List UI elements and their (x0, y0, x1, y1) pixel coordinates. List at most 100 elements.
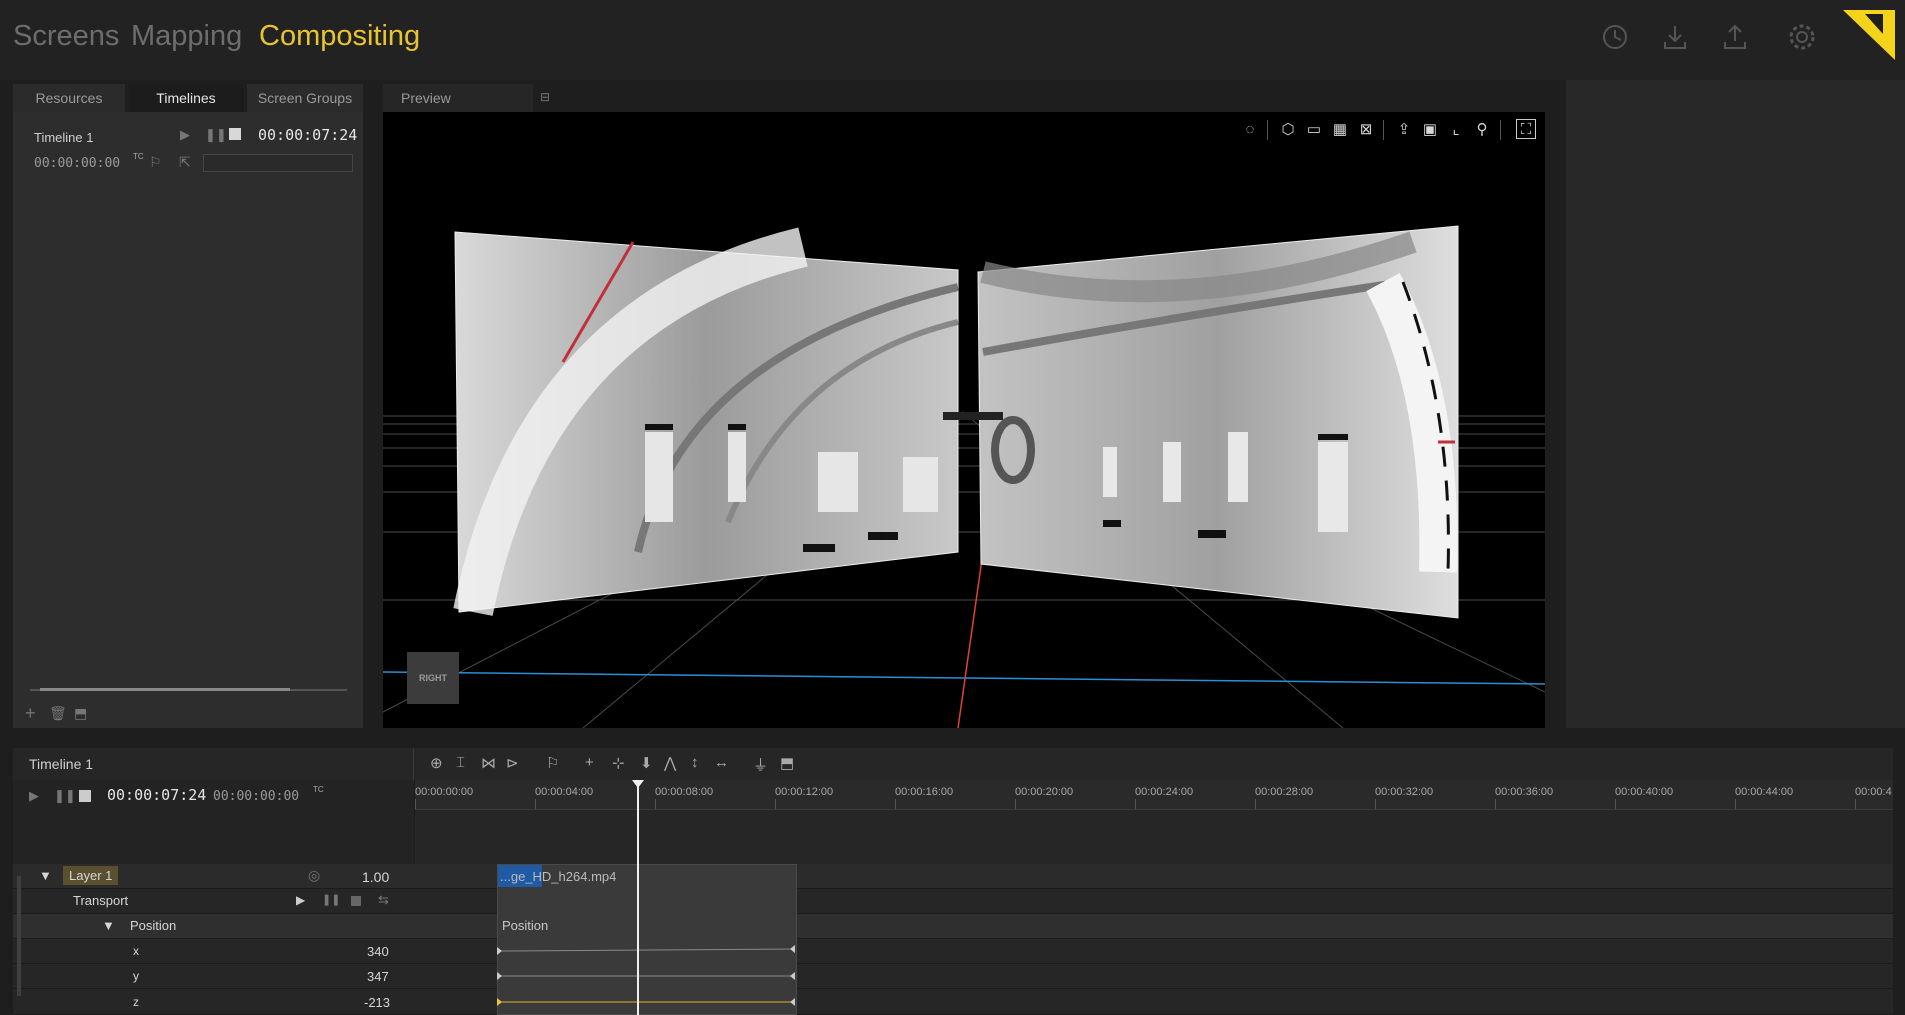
ruler-tick (415, 799, 416, 809)
spinner-icon[interactable]: ◌ (1240, 120, 1260, 140)
ruler-label: 00:00:04:00 (535, 786, 594, 798)
position-collapse-icon[interactable]: ▼ (102, 918, 115, 933)
mode-mapping[interactable]: Mapping (131, 20, 242, 53)
playhead[interactable] (637, 782, 639, 1015)
curve-icon[interactable]: ⋀ (664, 754, 676, 772)
track-scrollbar[interactable] (17, 876, 21, 996)
timeline-header (13, 748, 1893, 780)
detach-icon[interactable]: ⊟ (540, 90, 550, 104)
grid-icon[interactable]: ▦ (1330, 120, 1350, 140)
tab-preview[interactable]: Preview (383, 84, 533, 112)
gear-icon[interactable] (1787, 22, 1817, 52)
toolbar-divider (1500, 120, 1501, 140)
tl-pause-icon[interactable]: ❚❚ (54, 788, 76, 804)
marker-icon[interactable]: ⚐ (546, 754, 559, 772)
snap-icon[interactable]: ⊳ (506, 754, 519, 772)
timeline-item-time: 00:00:07:24 (258, 126, 358, 144)
panel-scroll-thumb[interactable] (40, 688, 290, 691)
export-icon[interactable]: ⬒ (74, 705, 87, 722)
transport-pause-icon[interactable]: ❚❚ (322, 893, 340, 906)
toolbar-divider (1267, 120, 1268, 140)
stop-icon[interactable] (229, 128, 241, 140)
download-icon[interactable] (1660, 22, 1690, 52)
ruler-label: 00:00:16:00 (895, 786, 954, 798)
transport-row[interactable] (13, 889, 1893, 914)
tl-stop-icon[interactable] (79, 790, 91, 802)
mode-compositing[interactable]: Compositing (259, 20, 420, 53)
fit-vertical-icon[interactable]: ⌶ (456, 754, 465, 771)
ruler-tick (775, 799, 776, 809)
ruler-tick (1255, 799, 1256, 809)
horizontal-arrows-icon[interactable]: ↔ (714, 754, 729, 771)
zoom-in-icon[interactable]: ⊕ (430, 754, 443, 772)
prop-row-x[interactable] (13, 939, 1893, 964)
orientation-cube[interactable]: RIGHT (407, 652, 459, 704)
timeline-item-name[interactable]: Timeline 1 (34, 130, 93, 145)
prop-value[interactable]: 347 (367, 969, 389, 984)
prop-name: y (133, 969, 139, 983)
mask-icon[interactable]: ⊠ (1356, 120, 1376, 140)
crop-icon[interactable]: ⌞ (1446, 120, 1466, 140)
ruler-tick (1615, 799, 1616, 809)
position-label: Position (130, 918, 177, 933)
preview-viewport[interactable]: RIGHT (383, 112, 1545, 728)
image-icon[interactable]: ▣ (1420, 120, 1440, 140)
layer-name[interactable]: Layer 1 (63, 866, 119, 885)
tab-screen-groups[interactable]: Screen Groups (247, 84, 363, 112)
prop-row-y[interactable] (13, 964, 1893, 989)
ruler-label: 00:00:00:00 (415, 786, 474, 798)
layer-opacity[interactable]: 1.00 (362, 869, 389, 885)
add-icon[interactable]: + (25, 703, 36, 724)
tl-play-icon[interactable]: ▶ (29, 788, 39, 804)
prop-name: z (133, 995, 139, 1009)
timeline-name-input[interactable] (203, 154, 353, 172)
export-timeline-icon[interactable]: ⬒ (780, 754, 794, 772)
folder-icon[interactable]: ▭ (1304, 120, 1324, 140)
pin-icon[interactable]: ⬇ (640, 754, 653, 772)
toolbar-divider (1383, 120, 1384, 140)
prop-name: x (133, 944, 139, 958)
filter-icon[interactable]: ⏚ (753, 754, 768, 775)
route-icon[interactable]: ⇱ (179, 154, 191, 171)
transport-play-icon[interactable]: ▶ (296, 893, 305, 907)
ruler-label: 00:00:40:00 (1615, 786, 1674, 798)
ruler-tick (1495, 799, 1496, 809)
add-key-icon[interactable]: + (585, 754, 594, 771)
trash-icon[interactable]: 🗑 (49, 705, 67, 722)
play-icon[interactable]: ▶ (180, 127, 190, 143)
tab-resources[interactable]: Resources (13, 84, 125, 112)
transport-stop-icon[interactable] (351, 896, 361, 906)
layer-row[interactable] (13, 864, 1893, 889)
export-icon[interactable]: ⇪ (1394, 120, 1414, 140)
mode-screens[interactable]: Screens (13, 20, 119, 53)
clock-icon[interactable] (1600, 22, 1630, 52)
ruler-label: 00:00:20:00 (1015, 786, 1074, 798)
prop-value[interactable]: 340 (367, 944, 389, 959)
pause-icon[interactable]: ❚❚ (205, 127, 227, 143)
keyframe-curves[interactable] (497, 939, 797, 1015)
visibility-icon[interactable]: ◎ (308, 867, 320, 884)
zoom-icon[interactable]: ⚲ (1472, 120, 1492, 140)
prop-value[interactable]: -213 (364, 995, 390, 1010)
ruler-label: 00:00:28:00 (1255, 786, 1314, 798)
timelines-panel (13, 112, 363, 728)
position-row[interactable] (13, 914, 1893, 939)
add-key-time-icon[interactable]: ⊹ (612, 754, 625, 772)
flag-icon[interactable]: ⚐ (149, 154, 162, 171)
scene-render (383, 225, 1545, 728)
tab-timelines[interactable]: Timelines (129, 84, 243, 112)
tc-label: TC (133, 152, 144, 161)
collapse-icon[interactable]: ▼ (39, 868, 52, 883)
ruler-tick (535, 799, 536, 809)
select-screen-icon[interactable]: ⛶ (1516, 119, 1536, 139)
prop-row-z[interactable] (13, 989, 1893, 1015)
loop-icon[interactable]: ⇆ (378, 892, 389, 908)
clip-name: ...ge_HD_h264.mp4 (500, 869, 617, 884)
hexagon-icon[interactable]: ⬡ (1278, 120, 1298, 140)
upload-icon[interactable] (1720, 22, 1750, 52)
fit-icon[interactable]: ⋈ (481, 754, 496, 772)
playhead-handle[interactable] (632, 780, 644, 788)
ruler-tick (1375, 799, 1376, 809)
ruler-tick (1135, 799, 1136, 809)
vertical-arrows-icon[interactable]: ↕ (691, 754, 699, 771)
